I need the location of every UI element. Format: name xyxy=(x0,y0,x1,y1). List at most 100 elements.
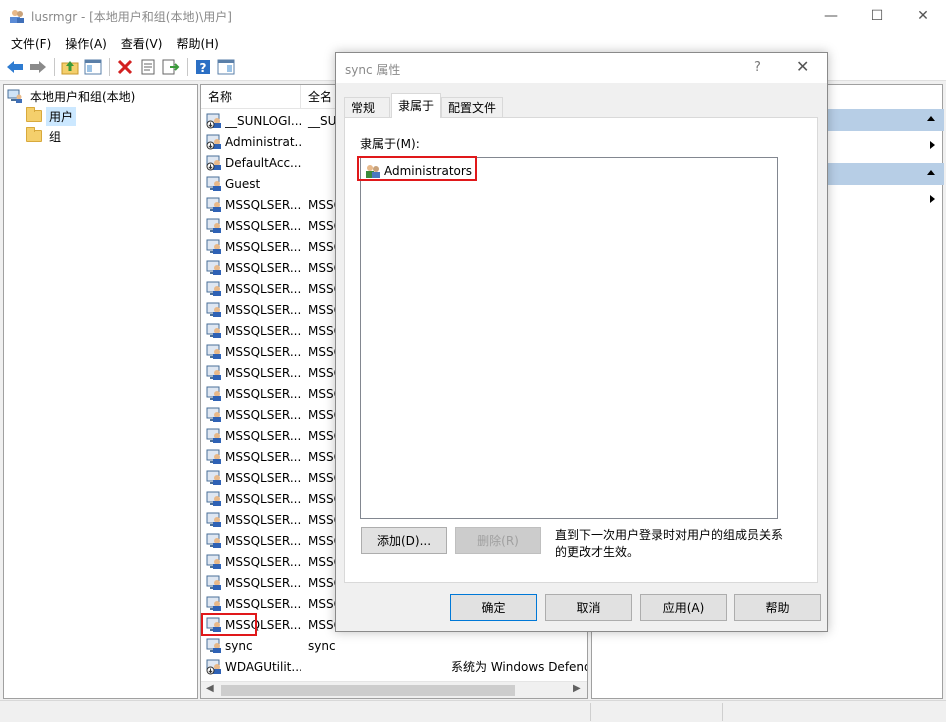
tree-item-groups[interactable]: 组 xyxy=(26,126,64,146)
collapse-icon[interactable] xyxy=(927,116,935,121)
name-cell: DefaultAcc... xyxy=(201,155,301,171)
status-divider xyxy=(722,703,723,721)
tab-profile[interactable]: 配置文件 xyxy=(441,97,503,118)
dialog-close-button[interactable]: ✕ xyxy=(796,57,809,76)
user-icon xyxy=(206,638,222,654)
tree-item-users[interactable]: 用户 xyxy=(26,106,77,126)
dialog-title: sync 属性 xyxy=(345,63,401,77)
computer-users-icon xyxy=(7,88,23,104)
name-cell: sync xyxy=(201,638,301,654)
name-cell: MSSQLSER... xyxy=(201,470,301,486)
name-cell: MSSQLSER... xyxy=(201,239,301,255)
help-button[interactable]: 帮助 xyxy=(734,594,821,621)
scroll-left-icon[interactable]: ◀ xyxy=(206,683,214,694)
user-icon xyxy=(206,281,222,297)
name-cell: MSSQLSER... xyxy=(201,281,301,297)
user-icon xyxy=(206,491,222,507)
menu-view[interactable]: 查看(V) xyxy=(114,35,170,52)
disabled-user-icon xyxy=(206,134,222,150)
user-name: WDAGUtilit... xyxy=(225,659,301,674)
close-button[interactable]: ✕ xyxy=(900,0,946,32)
member-of-list[interactable]: Administrators xyxy=(360,157,778,519)
disabled-user-icon xyxy=(206,659,222,675)
user-name: MSSQLSER... xyxy=(225,491,301,506)
horizontal-scrollbar[interactable]: ◀ ▶ xyxy=(201,681,587,698)
name-cell: MSSQLSER... xyxy=(201,512,301,528)
tab-general[interactable]: 常规 xyxy=(344,97,390,118)
help-icon[interactable]: ? xyxy=(192,56,214,78)
show-hide-tree-icon[interactable] xyxy=(82,56,104,78)
name-cell: MSSQLSER... xyxy=(201,323,301,339)
user-name: DefaultAcc... xyxy=(225,155,301,170)
folder-icon xyxy=(26,107,42,122)
user-icon xyxy=(206,176,222,192)
user-name: MSSQLSER... xyxy=(225,302,301,317)
menu-file[interactable]: 文件(F) xyxy=(4,35,58,52)
user-name: Administrat... xyxy=(225,134,301,149)
user-icon xyxy=(206,554,222,570)
tree-item-label: 用户 xyxy=(46,106,77,126)
dialog-help-button[interactable]: ? xyxy=(754,60,761,75)
tab-member-of[interactable]: 隶属于 xyxy=(391,93,441,118)
user-name: MSSQLSER... xyxy=(225,407,301,422)
user-icon xyxy=(206,365,222,381)
collapse-icon[interactable] xyxy=(927,170,935,175)
more-actions-icon[interactable] xyxy=(930,195,935,203)
user-name: MSSQLSER... xyxy=(225,260,301,275)
show-hide-action-pane-icon[interactable] xyxy=(215,56,237,78)
user-name: __SUNLOGI... xyxy=(225,113,301,128)
toolbar-separator xyxy=(109,58,110,76)
menu-bar: 文件(F) 操作(A) 查看(V) 帮助(H) xyxy=(0,32,946,54)
user-name: MSSQLSER... xyxy=(225,386,301,401)
user-name: MSSQLSER... xyxy=(225,470,301,485)
menu-action[interactable]: 操作(A) xyxy=(58,35,114,52)
user-icon xyxy=(206,617,222,633)
user-icon xyxy=(206,218,222,234)
cancel-button[interactable]: 取消 xyxy=(545,594,632,621)
remove-button[interactable]: 删除(R) xyxy=(455,527,541,554)
name-cell: MSSQLSER... xyxy=(201,554,301,570)
tree-root[interactable]: 本地用户和组(本地) xyxy=(7,86,138,106)
name-cell: MSSQLSER... xyxy=(201,260,301,276)
user-icon xyxy=(206,260,222,276)
actions-section-header[interactable] xyxy=(828,109,944,131)
column-header-name[interactable]: 名称 xyxy=(201,85,301,109)
name-cell: MSSQLSER... xyxy=(201,218,301,234)
disabled-user-icon xyxy=(206,155,222,171)
name-cell: MSSQLSER... xyxy=(201,533,301,549)
tree-item-label: 组 xyxy=(49,129,62,144)
tree-pane: 本地用户和组(本地) 用户 组 xyxy=(3,84,198,699)
back-icon[interactable] xyxy=(4,56,26,78)
user-icon xyxy=(206,386,222,402)
user-icon xyxy=(206,197,222,213)
properties-icon[interactable] xyxy=(137,56,159,78)
actions-section-header[interactable] xyxy=(828,163,944,185)
group-item-administrators[interactable]: Administrators xyxy=(365,161,476,181)
scroll-right-icon[interactable]: ▶ xyxy=(573,683,581,694)
forward-icon[interactable] xyxy=(27,56,49,78)
ok-button[interactable]: 确定 xyxy=(450,594,537,621)
apply-button[interactable]: 应用(A) xyxy=(640,594,727,621)
table-row[interactable]: WDAGUtilit... 系统为 Windows Defender xyxy=(201,656,587,677)
name-cell: Administrat... xyxy=(201,134,301,150)
add-button[interactable]: 添加(D)... xyxy=(361,527,447,554)
menu-help[interactable]: 帮助(H) xyxy=(169,35,225,52)
minimize-button[interactable]: — xyxy=(808,0,854,32)
maximize-button[interactable]: ☐ xyxy=(854,0,900,32)
member-of-label: 隶属于(M): xyxy=(360,137,420,151)
user-name: MSSQLSER... xyxy=(225,449,301,464)
export-icon[interactable] xyxy=(160,56,182,78)
folder-icon xyxy=(26,127,42,142)
status-bar xyxy=(0,700,946,722)
more-actions-icon[interactable] xyxy=(930,141,935,149)
title-bar: lusrmgr - [本地用户和组(本地)\用户] — ☐ ✕ xyxy=(0,0,946,32)
delete-icon[interactable] xyxy=(114,56,136,78)
user-icon xyxy=(206,449,222,465)
scroll-thumb[interactable] xyxy=(221,685,515,696)
name-cell: MSSQLSER... xyxy=(201,407,301,423)
status-divider xyxy=(590,703,591,721)
up-folder-icon[interactable] xyxy=(59,56,81,78)
table-row[interactable]: sync sync xyxy=(201,635,587,656)
description-cell: 系统为 Windows Defender xyxy=(451,660,587,674)
name-cell: MSSQLSER... xyxy=(201,449,301,465)
